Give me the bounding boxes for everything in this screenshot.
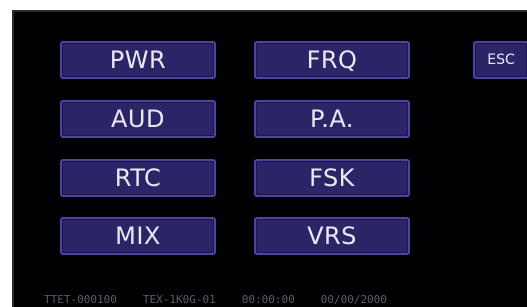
device-frame: PWR FRQ AUD P.A. RTC FSK MIX VRS ESC TTE… — [0, 0, 527, 307]
aud-button[interactable]: AUD — [60, 100, 216, 138]
time-text: 00:00:00 — [241, 293, 295, 306]
frq-button[interactable]: FRQ — [254, 41, 410, 79]
model-text: TEX-1K0G-01 — [142, 293, 216, 306]
rtc-button[interactable]: RTC — [60, 159, 216, 197]
display-screen: PWR FRQ AUD P.A. RTC FSK MIX VRS ESC TTE… — [12, 10, 527, 307]
date-text: 00/00/2000 — [320, 293, 387, 306]
unit-id-text: TTET-000100 — [44, 293, 117, 306]
status-bar: TTET-000100 TEX-1K0G-01 00:00:00 00/00/2000 — [44, 291, 524, 307]
pa-button[interactable]: P.A. — [254, 100, 410, 138]
pwr-button[interactable]: PWR — [60, 41, 216, 79]
fsk-button[interactable]: FSK — [254, 159, 410, 197]
vrs-button[interactable]: VRS — [254, 217, 410, 255]
mix-button[interactable]: MIX — [60, 217, 216, 255]
esc-button[interactable]: ESC — [473, 41, 527, 79]
